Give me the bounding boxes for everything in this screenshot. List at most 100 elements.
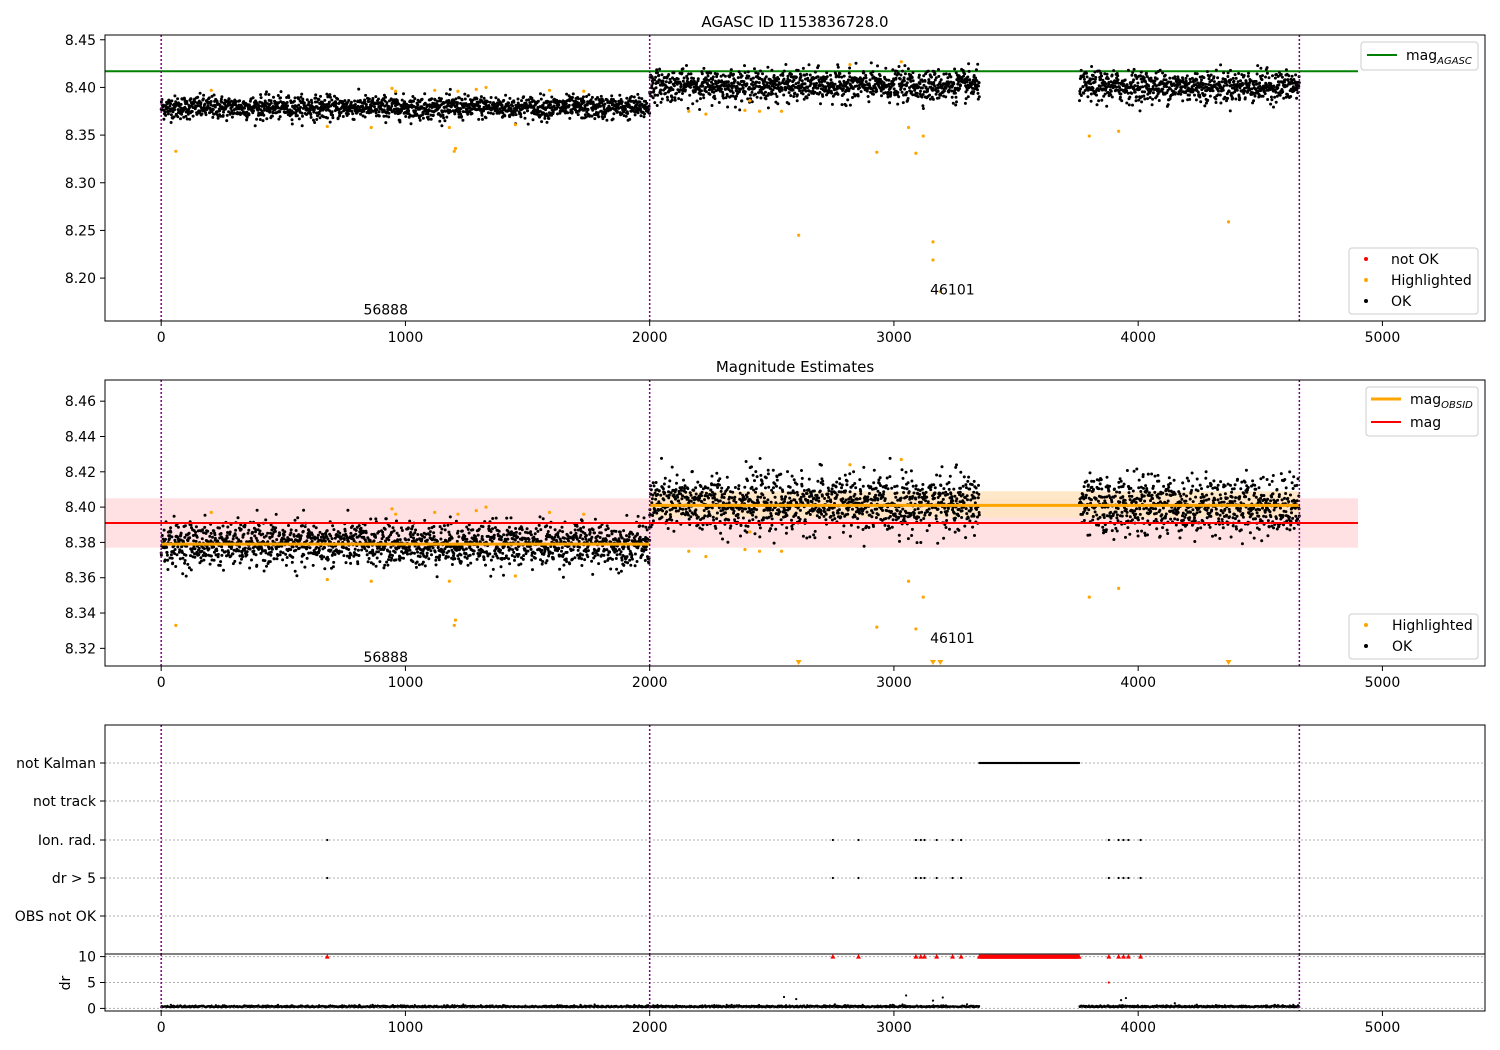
ok-point: [458, 110, 462, 113]
ok-point: [367, 545, 371, 549]
ok-point: [1234, 76, 1238, 80]
ok-point: [414, 528, 418, 532]
ok-point: [576, 113, 580, 117]
ok-point: [290, 560, 294, 564]
ok-point: [199, 556, 203, 560]
ok-point: [1185, 74, 1189, 78]
ok-point: [878, 74, 882, 78]
ok-point: [702, 66, 706, 70]
ok-point: [398, 538, 402, 542]
ok-point: [1143, 90, 1147, 94]
ok-point: [691, 102, 695, 106]
ok-point: [698, 108, 702, 111]
ok-point: [377, 550, 380, 554]
ok-point: [1116, 78, 1120, 82]
ok-point: [711, 82, 715, 86]
ok-point: [1274, 100, 1278, 104]
ok-point: [906, 97, 910, 100]
ok-point: [625, 96, 629, 100]
ok-point: [1085, 75, 1089, 79]
ok-point: [1130, 73, 1134, 77]
ok-point: [1128, 95, 1132, 99]
ok-point: [198, 91, 202, 95]
ok-point: [201, 97, 205, 101]
ok-point: [1269, 95, 1273, 99]
ok-point: [746, 70, 750, 74]
ok-point: [526, 122, 530, 126]
ok-point: [371, 97, 375, 100]
highlighted-point: [875, 150, 879, 154]
ok-point: [317, 112, 321, 116]
ok-point: [800, 79, 804, 83]
ok-point: [365, 549, 369, 553]
ok-point: [194, 530, 198, 534]
ok-point: [568, 116, 572, 120]
ok-point: [201, 528, 205, 532]
ok-point: [1226, 96, 1230, 100]
ok-point: [327, 100, 331, 104]
ok-point: [460, 115, 464, 118]
ok-point: [162, 117, 166, 121]
legend-highlighted-label: Highlighted: [1391, 273, 1472, 289]
ok-point: [939, 78, 943, 82]
ok-point: [211, 115, 215, 119]
ok-point: [593, 117, 597, 121]
ok-point: [750, 90, 754, 94]
ok-point: [305, 556, 309, 560]
ok-point: [169, 553, 173, 557]
ok-point: [512, 100, 516, 104]
ok-point: [213, 533, 217, 537]
ok-point: [675, 91, 678, 95]
ok-point: [603, 102, 607, 106]
ok-point: [905, 81, 909, 85]
ok-point: [388, 550, 392, 554]
ok-point: [1142, 76, 1146, 80]
ok-point: [866, 95, 870, 98]
ok-point: [278, 110, 282, 114]
ok-point: [342, 554, 346, 558]
ok-point: [1238, 96, 1242, 100]
ok-point: [713, 97, 717, 101]
ok-point: [1093, 70, 1097, 74]
ok-point: [275, 538, 279, 542]
ok-point: [377, 110, 381, 114]
ok-point: [349, 100, 353, 104]
ok-point: [427, 117, 430, 121]
ok-point: [540, 120, 544, 124]
ok-point: [1132, 78, 1136, 82]
ok-point: [414, 109, 418, 113]
ok-point: [251, 96, 255, 100]
ok-point: [207, 96, 211, 100]
ok-point: [265, 90, 268, 94]
ok-point: [1243, 89, 1247, 93]
ok-point: [347, 548, 351, 551]
ok-point: [292, 99, 296, 103]
ok-point: [745, 82, 749, 86]
ok-point: [910, 90, 914, 94]
ok-point: [921, 107, 925, 110]
ok-point: [176, 525, 180, 529]
ok-point: [679, 98, 683, 102]
ok-point: [801, 89, 804, 93]
ok-point: [1086, 95, 1090, 99]
ok-point: [330, 537, 334, 541]
ok-point: [391, 526, 395, 530]
ok-point: [305, 539, 309, 543]
ok-point: [293, 518, 297, 522]
ok-point: [1091, 74, 1095, 77]
ok-point: [660, 97, 664, 101]
ok-point: [1187, 93, 1191, 97]
ok-point: [959, 83, 962, 87]
ok-point: [1273, 95, 1277, 99]
ok-point: [439, 97, 443, 101]
highlighted-point: [394, 89, 398, 93]
ok-point: [829, 73, 832, 77]
ok-point: [1125, 101, 1129, 105]
highlighted-point: [325, 124, 329, 129]
ok-point: [197, 553, 201, 557]
ok-point: [289, 528, 293, 532]
ok-point: [1229, 68, 1232, 72]
ok-point: [231, 537, 235, 541]
ok-point: [248, 547, 252, 551]
ok-point: [396, 538, 400, 542]
